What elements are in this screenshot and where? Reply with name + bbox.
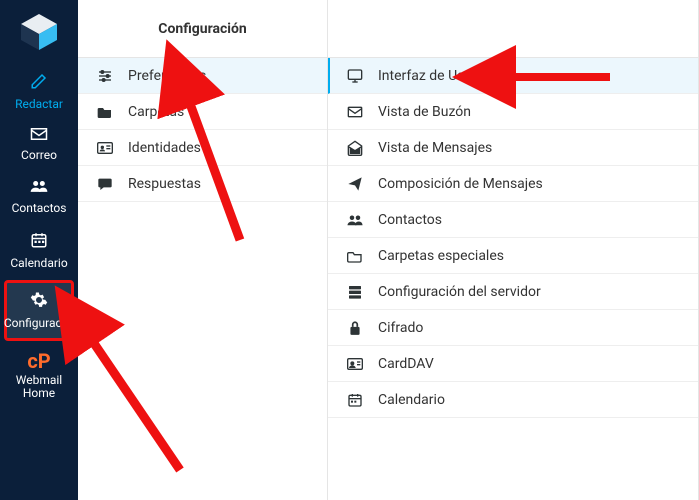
pref-item-label: Calendario <box>378 392 445 408</box>
pref-item-message-view[interactable]: Vista de Mensajes <box>328 130 698 166</box>
pref-item-mailbox-view[interactable]: Vista de Buzón <box>328 94 698 130</box>
pref-item-server-config[interactable]: Configuración del servidor <box>328 274 698 310</box>
sidebar-label: Calendario <box>10 256 67 270</box>
pref-item-label: Carpetas especiales <box>378 248 504 264</box>
pref-item-ui[interactable]: Interfaz de Usuario <box>328 58 698 94</box>
address-card-icon <box>346 357 364 371</box>
pref-list: Interfaz de Usuario Vista de Buzón Vista… <box>328 58 698 418</box>
config-item-responses[interactable]: Respuestas <box>78 166 327 202</box>
config-item-identities[interactable]: Identidades <box>78 130 327 166</box>
calendar-icon <box>30 231 48 253</box>
folder-outline-icon <box>346 249 364 263</box>
contacts-icon <box>29 178 49 198</box>
pref-column: Interfaz de Usuario Vista de Buzón Vista… <box>328 0 699 500</box>
pref-item-carddav[interactable]: CardDAV <box>328 346 698 382</box>
pref-item-label: Cifrado <box>378 320 423 336</box>
pref-column-header <box>328 0 698 58</box>
chat-icon <box>96 176 114 192</box>
pref-item-encryption[interactable]: Cifrado <box>328 310 698 346</box>
config-item-label: Preferencias <box>128 68 206 84</box>
pref-item-label: Vista de Mensajes <box>378 140 492 156</box>
server-icon <box>346 284 364 300</box>
sidebar-label: Correo <box>21 148 57 162</box>
pref-item-label: CardDAV <box>378 356 434 372</box>
pref-item-special-folders[interactable]: Carpetas especiales <box>328 238 698 274</box>
pref-item-calendar[interactable]: Calendario <box>328 382 698 418</box>
gear-icon <box>30 291 48 313</box>
config-column-title: Configuración <box>78 0 327 58</box>
pref-item-label: Configuración del servidor <box>378 284 541 300</box>
cpanel-icon: cP <box>27 351 50 371</box>
pref-item-label: Interfaz de Usuario <box>378 68 496 84</box>
sidebar-item-mail[interactable]: Correo <box>0 119 78 170</box>
sliders-icon <box>96 68 114 84</box>
sidebar-label: Webmail Home <box>3 374 75 400</box>
pref-item-compose[interactable]: Composición de Mensajes <box>328 166 698 202</box>
sidebar-label: Configuraci... <box>4 316 74 330</box>
logo <box>0 4 78 64</box>
pref-item-contacts[interactable]: Contactos <box>328 202 698 238</box>
monitor-icon <box>346 68 364 84</box>
compose-icon <box>30 72 48 94</box>
config-item-label: Carpetas <box>128 104 184 120</box>
pref-item-label: Vista de Buzón <box>378 104 471 120</box>
config-item-folders[interactable]: Carpetas <box>78 94 327 130</box>
app-root: Redactar Correo Contactos Calendario Con <box>0 0 699 500</box>
pref-item-label: Composición de Mensajes <box>378 176 543 192</box>
envelope-open-icon <box>346 140 364 156</box>
sidebar-label: Redactar <box>15 97 63 111</box>
config-column: Configuración Preferencias Carpetas Iden… <box>78 0 328 500</box>
sidebar-item-webmail-home[interactable]: cP Webmail Home <box>0 343 78 408</box>
config-list: Preferencias Carpetas Identidades Respue… <box>78 58 327 202</box>
config-item-label: Identidades <box>128 140 201 156</box>
sidebar: Redactar Correo Contactos Calendario Con <box>0 0 78 500</box>
cube-logo-icon <box>17 10 61 54</box>
lock-icon <box>346 320 364 336</box>
sidebar-item-calendar[interactable]: Calendario <box>0 223 78 278</box>
contacts-icon <box>346 213 364 227</box>
sidebar-item-compose[interactable]: Redactar <box>0 64 78 119</box>
config-item-preferences[interactable]: Preferencias <box>78 58 327 94</box>
sidebar-item-contacts[interactable]: Contactos <box>0 170 78 223</box>
mail-icon <box>30 127 48 145</box>
calendar-icon <box>346 392 364 408</box>
id-card-icon <box>96 141 114 155</box>
sidebar-item-settings[interactable]: Configuraci... <box>4 280 74 341</box>
config-item-label: Respuestas <box>128 176 201 192</box>
folder-icon <box>96 105 114 119</box>
envelope-icon <box>346 106 364 118</box>
pref-item-label: Contactos <box>378 212 442 228</box>
paper-plane-icon <box>346 176 364 192</box>
sidebar-label: Contactos <box>12 201 67 215</box>
